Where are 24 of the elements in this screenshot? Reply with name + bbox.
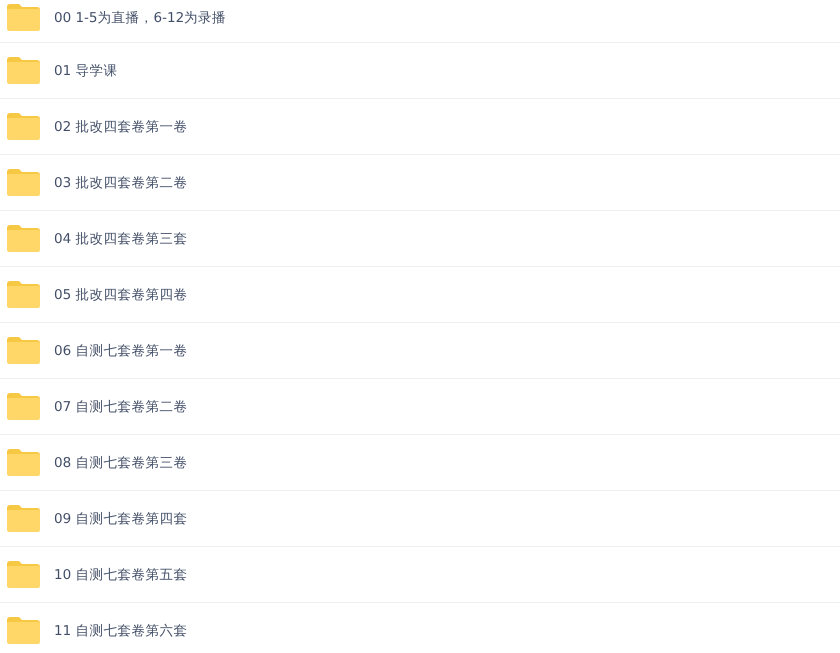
folder-icon — [7, 561, 40, 588]
folder-icon — [7, 4, 40, 31]
folder-name[interactable]: 10 自测七套卷第五套 — [54, 566, 188, 584]
folder-name[interactable]: 07 自测七套卷第二卷 — [54, 398, 188, 416]
folder-icon — [7, 393, 40, 420]
folder-icon — [7, 337, 40, 364]
folder-name[interactable]: 01 导学课 — [54, 62, 118, 80]
folder-name[interactable]: 08 自测七套卷第三卷 — [54, 454, 188, 472]
folder-name[interactable]: 05 批改四套卷第四卷 — [54, 286, 188, 304]
folder-icon — [7, 225, 40, 252]
folder-icon — [7, 505, 40, 532]
folder-icon — [7, 449, 40, 476]
folder-icon — [7, 169, 40, 196]
folder-name[interactable]: 02 批改四套卷第一卷 — [54, 118, 188, 136]
folder-icon — [7, 281, 40, 308]
folder-name[interactable]: 09 自测七套卷第四套 — [54, 510, 188, 528]
folder-icon — [7, 57, 40, 84]
folder-name[interactable]: 04 批改四套卷第三套 — [54, 230, 188, 248]
folder-icon — [7, 617, 40, 644]
folder-name[interactable]: 06 自测七套卷第一卷 — [54, 342, 188, 360]
folder-icon — [7, 113, 40, 140]
folder-name[interactable]: 00 1-5为直播，6-12为录播 — [54, 9, 226, 27]
folder-name[interactable]: 11 自测七套卷第六套 — [54, 622, 188, 640]
folder-name[interactable]: 03 批改四套卷第二卷 — [54, 174, 188, 192]
